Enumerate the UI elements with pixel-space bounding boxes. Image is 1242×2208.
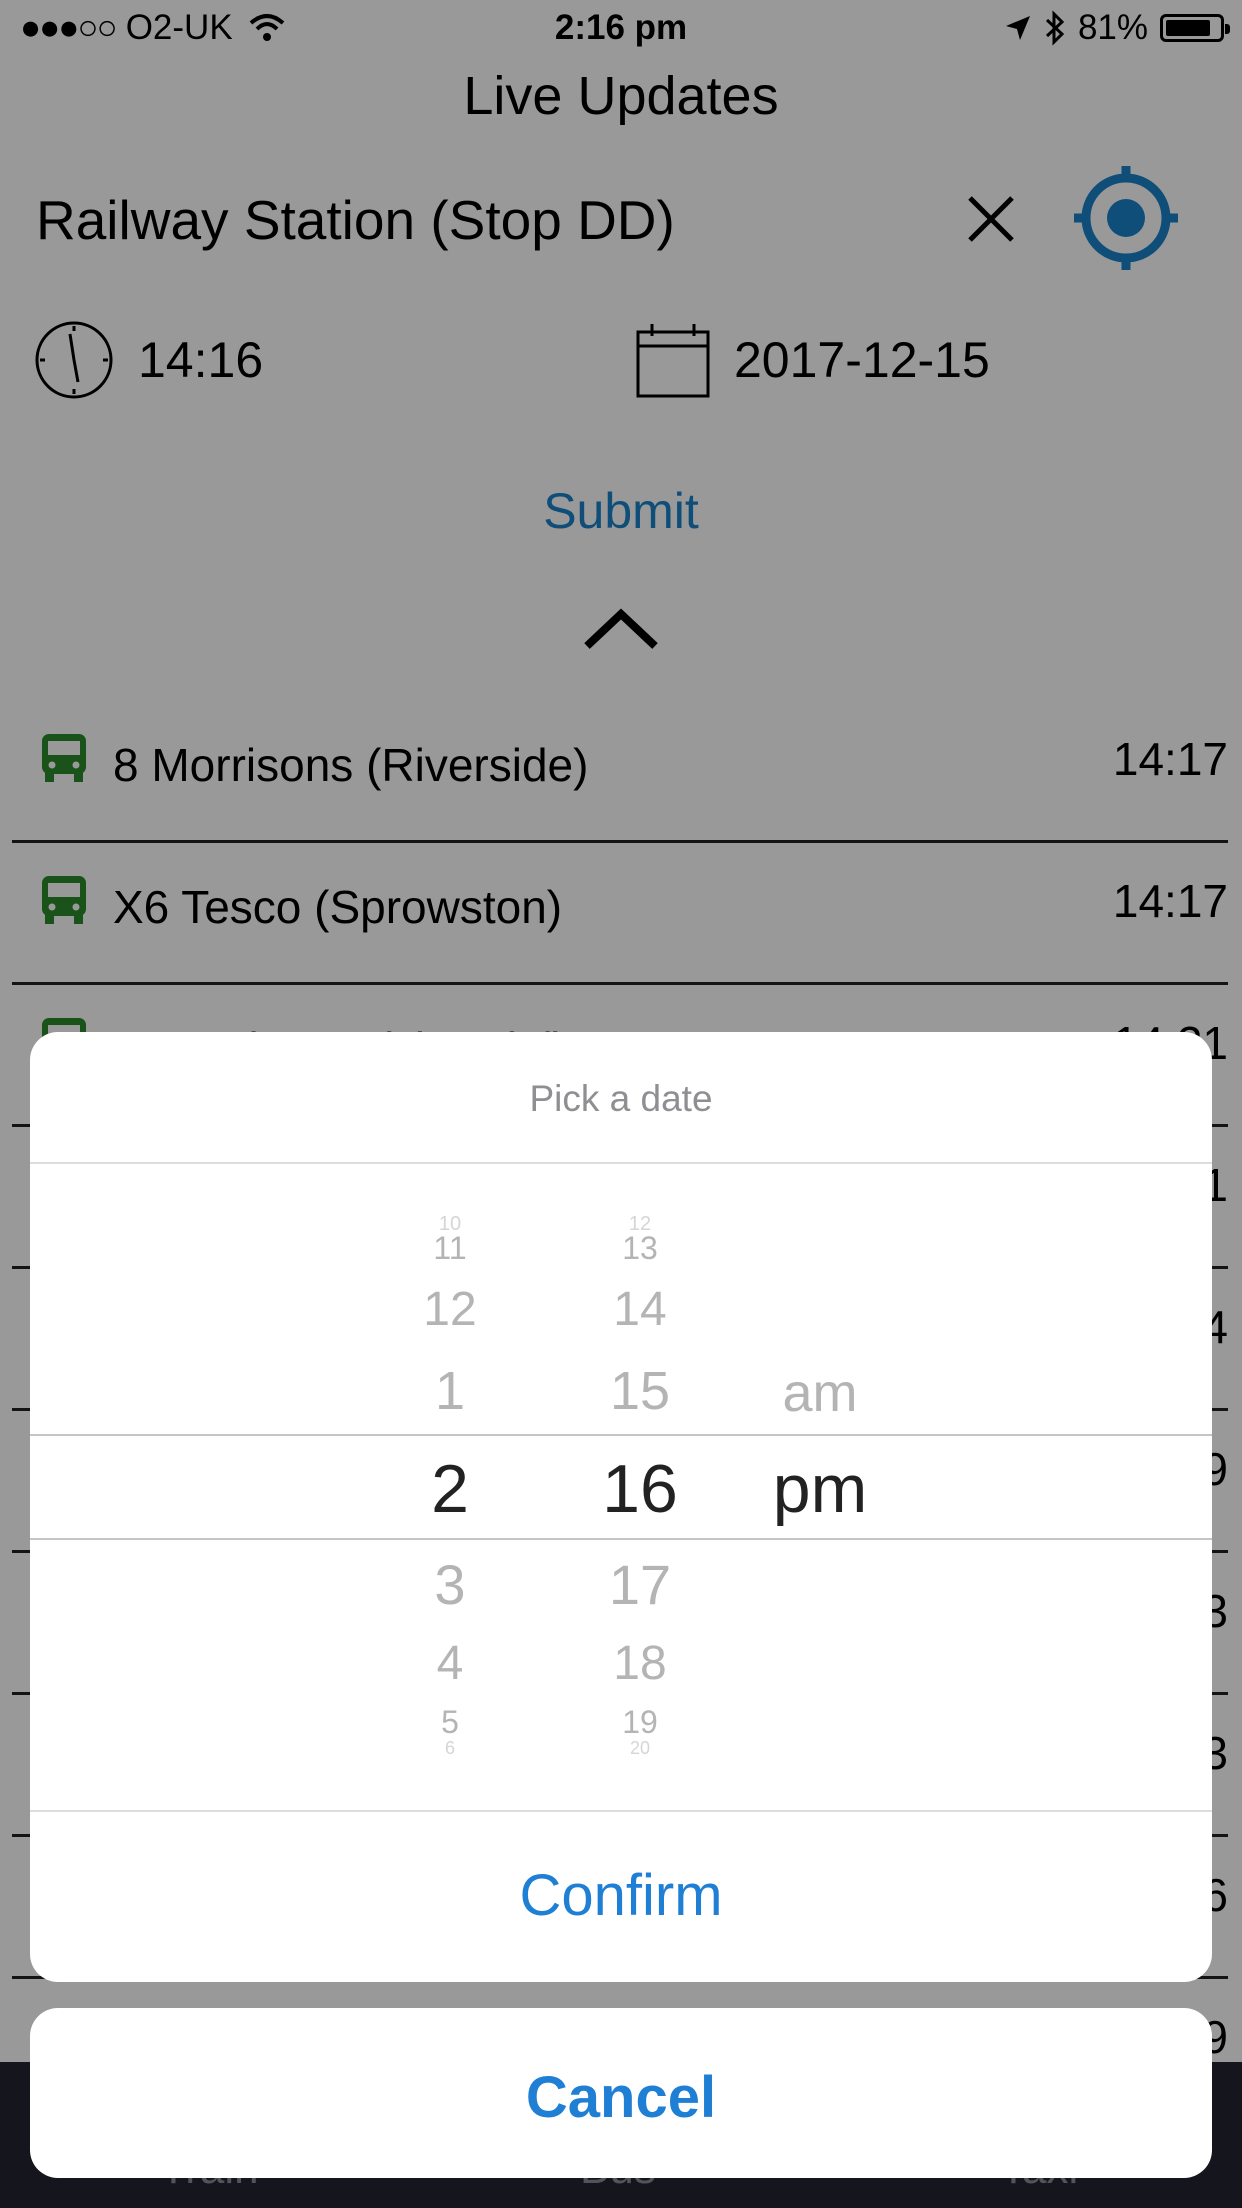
minute-option[interactable]: 13 [540, 1230, 740, 1267]
hour-option[interactable]: 4 [350, 1636, 550, 1691]
hour-option[interactable]: 11 [350, 1230, 550, 1267]
cancel-label: Cancel [525, 2065, 717, 2130]
hour-wheel[interactable]: 10 11 12 1 2 3 4 5 6 [350, 1032, 550, 1982]
minute-option[interactable]: 18 [540, 1636, 740, 1691]
period-selected[interactable]: pm [720, 1450, 920, 1528]
date-picker-sheet: Pick a date 10 11 12 1 2 3 4 5 6 12 13 1… [30, 1032, 1212, 1982]
period-wheel[interactable]: am pm [720, 1032, 920, 1982]
minute-option[interactable]: 14 [540, 1282, 740, 1337]
minute-option[interactable]: 19 [540, 1704, 740, 1741]
cancel-button[interactable]: Cancel [30, 2008, 1212, 2178]
confirm-button[interactable]: Confirm [30, 1862, 1212, 1929]
minute-wheel[interactable]: 12 13 14 15 16 17 18 19 20 [540, 1032, 740, 1982]
hour-selected[interactable]: 2 [350, 1450, 550, 1528]
hour-option[interactable]: 5 [350, 1704, 550, 1741]
minute-option[interactable]: 15 [540, 1360, 740, 1422]
hour-option[interactable]: 3 [350, 1552, 550, 1617]
minute-selected[interactable]: 16 [540, 1450, 740, 1528]
minute-option[interactable]: 17 [540, 1552, 740, 1617]
divider [30, 1810, 1212, 1812]
hour-option[interactable]: 6 [350, 1738, 550, 1759]
period-option[interactable]: am [720, 1362, 920, 1424]
minute-option[interactable]: 20 [540, 1738, 740, 1759]
hour-option[interactable]: 12 [350, 1282, 550, 1337]
hour-option[interactable]: 1 [350, 1360, 550, 1422]
